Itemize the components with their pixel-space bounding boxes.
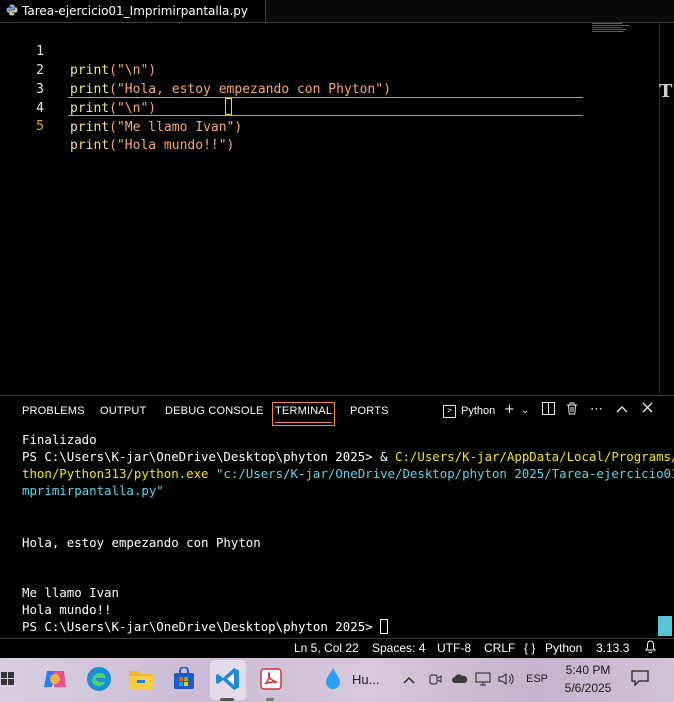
terminal-scrollbar[interactable]: [658, 616, 672, 636]
more-actions-icon[interactable]: ⋯: [590, 402, 603, 417]
code-string: Hola mundo!!: [124, 138, 219, 153]
terminal-exe-path: thon/Python313/python.exe: [22, 466, 209, 481]
code-line-2[interactable]: 2 print("Hola, estoy empezando con Phyto…: [0, 42, 600, 97]
trash-icon[interactable]: [566, 402, 578, 419]
maximize-panel-icon[interactable]: [616, 402, 628, 417]
code-open: (": [109, 138, 125, 153]
code-line-5[interactable]: 5 print("Hola mundo!!"): [0, 98, 600, 153]
status-language[interactable]: Python: [545, 641, 582, 655]
python-file-icon: [6, 4, 18, 16]
network-icon[interactable]: [475, 672, 491, 689]
new-terminal-icon[interactable]: +: [504, 402, 515, 417]
chevron-up-icon[interactable]: [403, 672, 415, 687]
clock-time: 5:40 PM: [565, 663, 611, 677]
copilot-icon[interactable]: [40, 664, 70, 694]
tab-debug-console[interactable]: DEBUG CONSOLE: [165, 405, 264, 417]
cloud-icon[interactable]: [451, 672, 469, 687]
tab-ports[interactable]: PORTS: [350, 405, 389, 417]
code-close: "): [218, 138, 235, 153]
code-editor[interactable]: T 1 print("\n") 2 print("Hola, estoy emp…: [0, 23, 674, 395]
start-icon[interactable]: [0, 664, 16, 694]
editor-scrollbar[interactable]: [659, 23, 674, 395]
vscode-icon[interactable]: [213, 664, 243, 694]
terminal-line: thon/Python313/python.exe "c:/Users/K-ja…: [22, 465, 674, 482]
terminal-cursor: [380, 619, 389, 634]
tab-output[interactable]: OUTPUT: [100, 405, 146, 417]
code-close: "): [226, 120, 243, 135]
weather-icon[interactable]: [318, 664, 348, 694]
line-number: 5: [36, 119, 44, 134]
terminal-line: mprimirpantalla.py": [22, 483, 164, 498]
clock[interactable]: 5:40 PM 5/6/2025: [560, 661, 616, 697]
terminal-line: Finalizado: [22, 432, 97, 447]
panel-tab-bar: PROBLEMS OUTPUT DEBUG CONSOLE TERMINAL P…: [0, 396, 674, 427]
terminal-output[interactable]: Finalizado PS C:\Users\K-jar\OneDrive\De…: [0, 428, 674, 638]
terminal-line: PS C:\Users\K-jar\OneDrive\Desktop\phyto…: [22, 448, 674, 465]
edge-icon[interactable]: [84, 664, 114, 694]
status-indentation[interactable]: Spaces: 4: [372, 641, 425, 655]
language-indicator[interactable]: ESP: [526, 673, 548, 685]
code-line-4[interactable]: 4 print("Me llamo Ivan"): [0, 80, 600, 135]
braces-icon: { }: [524, 641, 536, 655]
overlay-glyph: T: [659, 81, 673, 102]
volume-icon[interactable]: [498, 672, 516, 689]
code-string: Me llamo Ivan: [124, 120, 227, 135]
code-function: print: [70, 120, 110, 135]
bell-icon[interactable]: [645, 640, 656, 656]
app-running-indicator: [266, 698, 274, 701]
vscode-running-indicator: [220, 698, 234, 701]
code-line-1[interactable]: 1 print("\n"): [0, 23, 600, 78]
meet-icon[interactable]: [428, 672, 442, 689]
code-function: print: [70, 138, 110, 153]
file-explorer-icon[interactable]: [126, 664, 156, 694]
terminal-line: Hola mundo!!: [22, 602, 112, 617]
weather-app-label[interactable]: Hu...: [352, 672, 379, 687]
notification-icon[interactable]: [631, 670, 649, 689]
terminal-profile-label: Python: [461, 405, 496, 417]
terminal-exe-path: C:/Users/K-jar/AppData/Local/Programs/Py: [395, 449, 674, 464]
status-eol[interactable]: CRLF: [484, 641, 515, 655]
clock-date: 5/6/2025: [564, 681, 612, 695]
windows-taskbar: Hu... ESP 5:40 PM 5/6/2025: [0, 658, 674, 702]
terminal-line: Me llamo Ivan: [22, 585, 119, 600]
terminal-arg: "c:/Users/K-jar/OneDrive/Desktop/phyton …: [208, 466, 674, 481]
status-encoding[interactable]: UTF-8: [437, 641, 471, 655]
tab-terminal[interactable]: TERMINAL: [271, 402, 336, 426]
split-terminal-icon[interactable]: [542, 402, 555, 419]
status-python-version[interactable]: 3.13.3: [596, 641, 629, 655]
terminal-line: PS C:\Users\K-jar\OneDrive\Desktop\phyto…: [22, 618, 389, 635]
tab-filename: Tarea-ejercicio01_Imprimirpantalla.py: [22, 4, 248, 18]
code-line-3[interactable]: 3 print("\n"): [0, 61, 600, 116]
terminal-icon: >: [443, 404, 456, 418]
code-open: (": [109, 120, 125, 135]
terminal-line: Hola, estoy empezando con Phyton: [22, 535, 261, 550]
close-panel-icon[interactable]: [642, 402, 653, 417]
status-bar: Ln 5, Col 22 Spaces: 4 UTF-8 CRLF { } Py…: [0, 638, 674, 659]
terminal-profile-selector[interactable]: > Python: [443, 402, 495, 420]
pdf-app-icon[interactable]: [256, 664, 286, 694]
terminal-prompt: PS C:\Users\K-jar\OneDrive\Desktop\phyto…: [22, 619, 381, 634]
tab-problems[interactable]: PROBLEMS: [22, 405, 85, 417]
status-cursor-position[interactable]: Ln 5, Col 22: [294, 641, 359, 655]
store-icon[interactable]: [169, 664, 199, 694]
terminal-prompt: PS C:\Users\K-jar\OneDrive\Desktop\phyto…: [22, 449, 395, 464]
editor-tab[interactable]: Tarea-ejercicio01_Imprimirpantalla.py: [0, 0, 266, 22]
chevron-down-icon[interactable]: ⌄: [521, 405, 529, 416]
editor-tab-bar: Tarea-ejercicio01_Imprimirpantalla.py: [0, 0, 674, 23]
